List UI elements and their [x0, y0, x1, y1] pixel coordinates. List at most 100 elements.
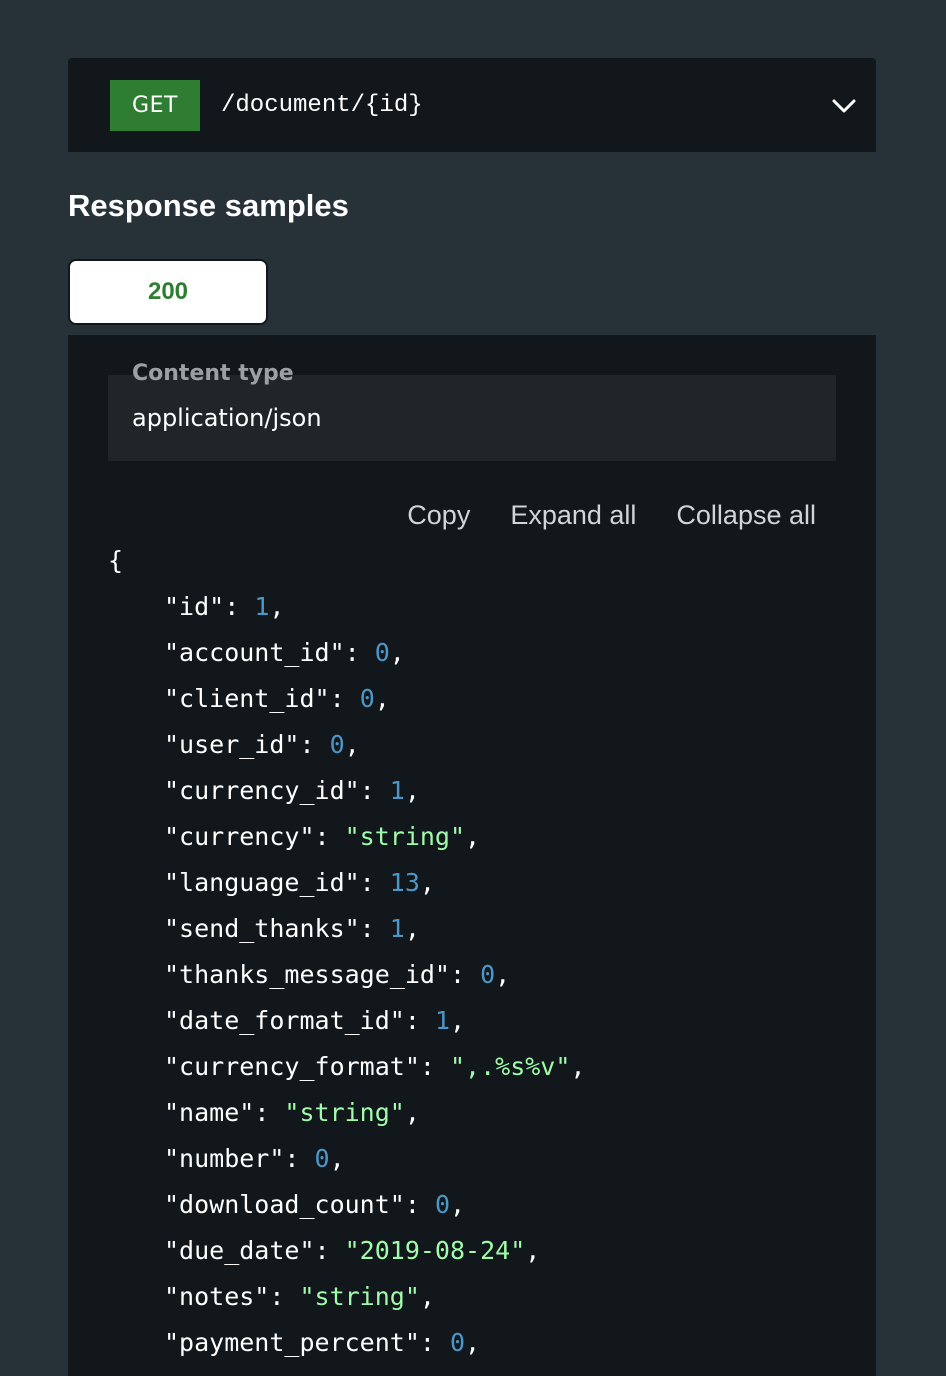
json-comma: ,	[465, 1328, 481, 1357]
json-colon: :	[359, 914, 390, 943]
json-number-value: 0	[374, 638, 390, 667]
json-colon: :	[284, 1144, 315, 1173]
json-line: "currency_id": 1,	[108, 768, 585, 814]
json-line: "number": 0,	[108, 1136, 585, 1182]
json-colon: :	[404, 1006, 435, 1035]
json-key: "currency"	[164, 822, 315, 851]
json-comma: ,	[419, 1282, 435, 1311]
json-line: "thanks_message_id": 0,	[108, 952, 585, 998]
json-line: "due_date": "2019-08-24",	[108, 1228, 585, 1274]
http-method-badge: GET	[110, 80, 200, 131]
json-string-value: "string"	[284, 1098, 405, 1127]
json-toolbar: Copy Expand all Collapse all	[407, 495, 816, 535]
json-comma: ,	[404, 776, 420, 805]
expand-all-button[interactable]: Expand all	[510, 495, 636, 535]
json-number-value: 0	[434, 1190, 450, 1219]
json-line: "id": 1,	[108, 584, 585, 630]
json-comma: ,	[344, 730, 360, 759]
json-key: "send_thanks"	[164, 914, 360, 943]
content-type-label: Content type	[132, 361, 294, 386]
json-viewer: { "id": 1, "account_id": 0, "client_id": 0…	[108, 538, 585, 1366]
json-colon: :	[224, 592, 255, 621]
json-line: "currency": "string",	[108, 814, 585, 860]
json-line: "name": "string",	[108, 1090, 585, 1136]
json-comma: ,	[389, 638, 405, 667]
json-key: "payment_percent"	[164, 1328, 420, 1357]
json-number-value: 1	[389, 776, 405, 805]
endpoint-header[interactable]: GET /document/{id}	[68, 58, 876, 152]
json-comma: ,	[465, 822, 481, 851]
content-type-box: Content type application/json	[108, 361, 836, 461]
json-comma: ,	[450, 1190, 466, 1219]
json-colon: :	[359, 776, 390, 805]
json-number-value: 0	[329, 730, 345, 759]
json-line: "currency_format": ",.%s%v",	[108, 1044, 585, 1090]
json-string-value: "string"	[344, 822, 466, 851]
json-key: "notes"	[164, 1282, 270, 1311]
json-key: "account_id"	[164, 638, 345, 667]
json-colon: :	[299, 730, 330, 759]
json-colon: :	[404, 1190, 435, 1219]
json-key: "language_id"	[164, 868, 360, 897]
json-number-value: 0	[480, 960, 496, 989]
json-line: "language_id": 13,	[108, 860, 585, 906]
json-colon: :	[449, 960, 481, 989]
json-key: "number"	[164, 1144, 285, 1173]
json-string-value: "2019-08-24"	[344, 1236, 526, 1265]
json-comma: ,	[329, 1144, 345, 1173]
json-comma: ,	[404, 1098, 420, 1127]
status-code-tab-200[interactable]: 200	[68, 259, 268, 325]
json-line: "user_id": 0,	[108, 722, 585, 768]
json-line: "date_format_id": 1,	[108, 998, 585, 1044]
json-number-value: 1	[434, 1006, 450, 1035]
json-key: "user_id"	[164, 730, 300, 759]
response-sample-panel: Content type application/json Copy Expan…	[68, 335, 876, 1376]
json-comma: ,	[570, 1052, 586, 1081]
json-comma: ,	[374, 684, 390, 713]
json-comma: ,	[419, 868, 435, 897]
json-colon: :	[419, 1052, 450, 1081]
copy-button[interactable]: Copy	[407, 495, 470, 535]
json-number-value: 1	[254, 592, 270, 621]
json-line: "notes": "string",	[108, 1274, 585, 1320]
json-key: "id"	[164, 592, 225, 621]
json-number-value: 0	[449, 1328, 466, 1357]
json-number-value: 13	[389, 868, 420, 897]
endpoint-path: /document/{id}	[221, 92, 423, 119]
json-string-value: "string"	[299, 1282, 420, 1311]
json-line: "payment_percent": 0,	[108, 1320, 585, 1366]
json-line: "download_count": 0,	[108, 1182, 585, 1228]
json-number-value: 1	[389, 914, 405, 943]
json-key: "currency_id"	[164, 776, 360, 805]
json-colon: :	[314, 1236, 345, 1265]
json-string-value: ",.%s%v"	[449, 1052, 571, 1081]
json-key: "currency_format"	[164, 1052, 420, 1081]
json-colon: :	[269, 1282, 300, 1311]
json-line: "account_id": 0,	[108, 630, 585, 676]
json-key: "client_id"	[164, 684, 330, 713]
json-comma: ,	[495, 960, 511, 989]
json-colon: :	[419, 1328, 450, 1357]
json-key: "due_date"	[164, 1236, 315, 1265]
chevron-down-icon[interactable]	[830, 92, 858, 120]
json-colon: :	[359, 868, 390, 897]
json-comma: ,	[525, 1236, 541, 1265]
json-comma: ,	[404, 914, 420, 943]
json-colon: :	[314, 822, 345, 851]
json-key: "download_count"	[164, 1190, 405, 1219]
response-samples-title: Response samples	[68, 188, 349, 223]
json-open-brace[interactable]: {	[108, 538, 585, 584]
json-key: "date_format_id"	[164, 1006, 405, 1035]
json-line: "client_id": 0,	[108, 676, 585, 722]
json-colon: :	[344, 638, 375, 667]
json-line: "send_thanks": 1,	[108, 906, 585, 952]
collapse-all-button[interactable]: Collapse all	[676, 495, 816, 535]
json-key: "thanks_message_id"	[164, 960, 450, 989]
json-number-value: 0	[314, 1144, 330, 1173]
content-type-value: application/json	[132, 404, 322, 432]
json-comma: ,	[450, 1006, 466, 1035]
json-number-value: 0	[359, 684, 375, 713]
json-colon: :	[329, 684, 360, 713]
json-key: "name"	[164, 1098, 255, 1127]
json-comma: ,	[269, 592, 285, 621]
